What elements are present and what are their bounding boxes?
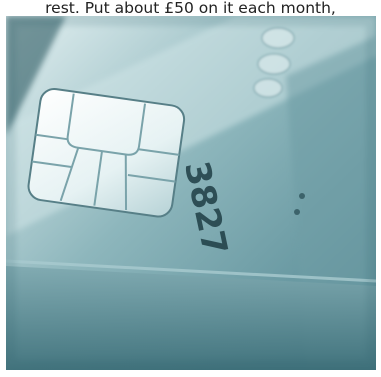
card-chip — [27, 88, 186, 218]
caption-text: rest. Put about £50 on it each month, — [45, 0, 336, 16]
credit-card-photo: 3827 — [6, 16, 376, 370]
